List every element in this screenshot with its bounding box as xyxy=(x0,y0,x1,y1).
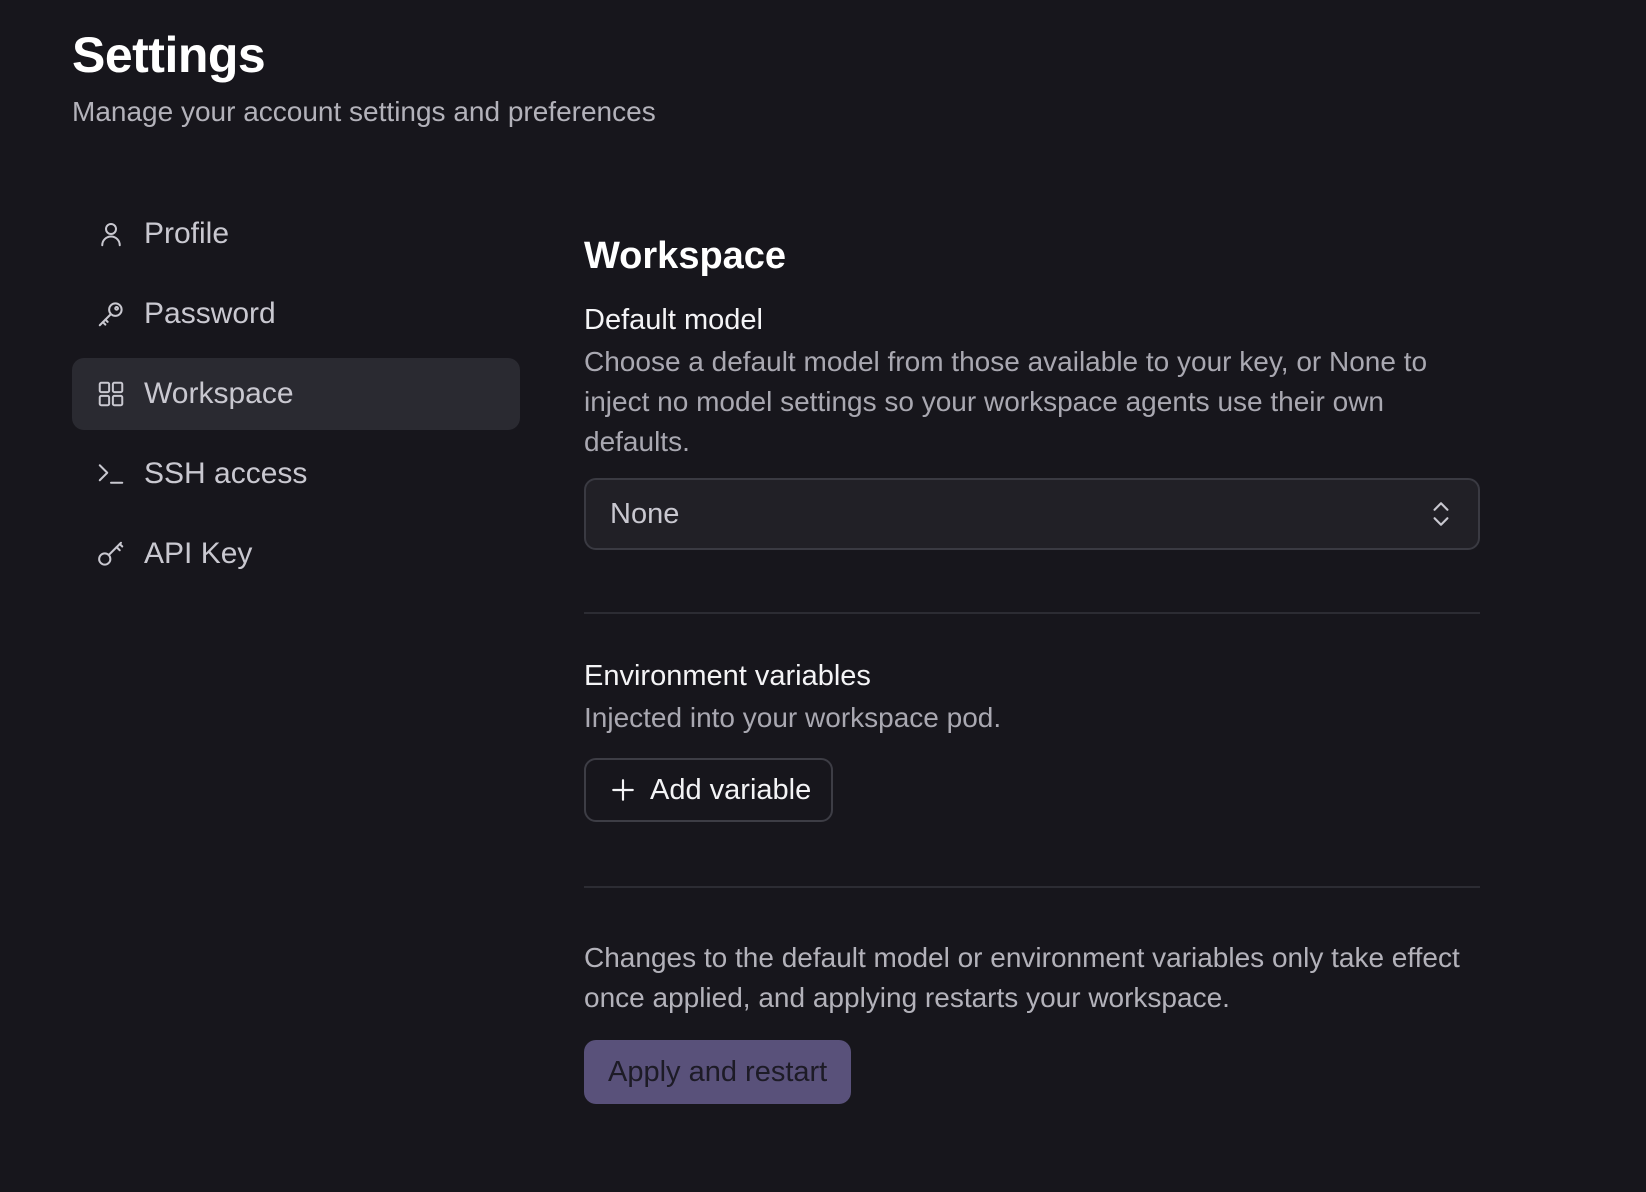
api-key-icon xyxy=(96,539,126,569)
sidebar-item-password[interactable]: Password xyxy=(72,278,520,350)
default-model-select[interactable]: None xyxy=(584,478,1480,550)
sidebar-item-label: Profile xyxy=(144,217,230,250)
apply-and-restart-button[interactable]: Apply and restart xyxy=(584,1040,852,1104)
plus-icon xyxy=(612,779,634,801)
terminal-icon xyxy=(96,459,126,489)
apply-note: Changes to the default model or environm… xyxy=(584,942,1460,1013)
sidebar-item-profile[interactable]: Profile xyxy=(72,198,520,270)
user-icon xyxy=(96,219,126,249)
key-icon xyxy=(96,299,126,329)
sidebar-item-label: Workspace xyxy=(144,377,294,410)
sidebar-item-ssh-access[interactable]: SSH access xyxy=(72,438,520,510)
chevron-up-down-icon xyxy=(1428,499,1454,529)
settings-sidebar: Profile Password Workspace SSH access AP… xyxy=(72,198,520,598)
default-model-field: Default model Choose a default model fro… xyxy=(584,302,1480,550)
workspace-settings-panel: Workspace Default model Choose a default… xyxy=(584,232,1480,1104)
sidebar-item-label: SSH access xyxy=(144,457,308,490)
environment-variables-field: Environment variables Injected into your… xyxy=(584,658,1480,822)
environment-variables-label: Environment variables xyxy=(584,660,871,692)
default-model-label: Default model xyxy=(584,304,763,336)
sidebar-item-label: API Key xyxy=(144,537,253,570)
grid-icon xyxy=(96,379,126,409)
section-title: Workspace xyxy=(584,235,787,277)
add-variable-button[interactable]: Add variable xyxy=(584,758,834,822)
apply-and-restart-label: Apply and restart xyxy=(608,1055,828,1088)
section-divider xyxy=(584,886,1480,888)
environment-variables-description: Injected into your workspace pod. xyxy=(584,702,1002,733)
page-title: Settings xyxy=(72,27,266,83)
sidebar-item-api-key[interactable]: API Key xyxy=(72,518,520,590)
sidebar-item-label: Password xyxy=(144,297,276,330)
default-model-description: Choose a default model from those availa… xyxy=(584,346,1428,457)
section-divider xyxy=(584,612,1480,614)
default-model-selected-value: None xyxy=(610,497,680,530)
page-subtitle: Manage your account settings and prefere… xyxy=(72,96,656,127)
sidebar-item-workspace[interactable]: Workspace xyxy=(72,358,520,430)
add-variable-label: Add variable xyxy=(650,773,812,806)
page-header: Settings Manage your account settings an… xyxy=(72,24,656,130)
